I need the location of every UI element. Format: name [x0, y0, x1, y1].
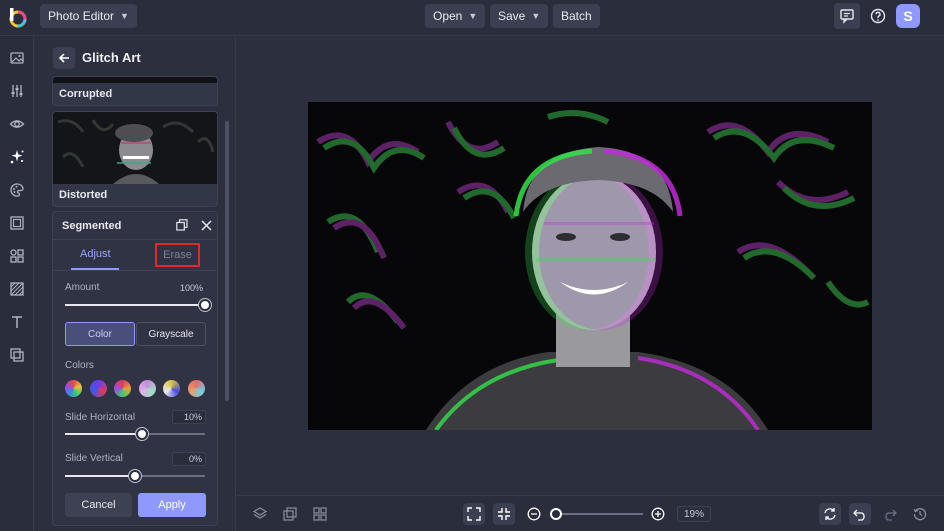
sliders-icon[interactable] [5, 79, 29, 103]
color-mode-button[interactable]: Color [65, 322, 135, 346]
chevron-down-icon: ▼ [531, 11, 541, 21]
overlay-icon[interactable] [5, 343, 29, 367]
redo-icon[interactable] [879, 503, 901, 525]
app-menu-label: Photo Editor [48, 9, 115, 23]
panel-scrollbar[interactable] [225, 121, 229, 401]
color-swatch[interactable] [163, 380, 180, 397]
grid-icon[interactable] [309, 503, 331, 525]
texture-icon[interactable] [5, 277, 29, 301]
slider-knob[interactable] [199, 299, 211, 311]
color-swatch[interactable] [114, 380, 131, 397]
close-icon[interactable] [199, 218, 213, 232]
befunky-logo-icon[interactable] [6, 6, 28, 28]
help-button[interactable] [865, 3, 891, 29]
effects-icon[interactable] [5, 145, 29, 169]
arrow-left-icon [58, 53, 69, 63]
panel-title: Glitch Art [82, 50, 141, 65]
batch-button[interactable]: Batch [553, 4, 600, 28]
tool-rail [0, 36, 34, 531]
slider-knob[interactable] [136, 428, 148, 440]
effect-preview-image [53, 112, 217, 184]
app-menu-dropdown[interactable]: Photo Editor ▼ [40, 4, 137, 28]
actual-size-icon[interactable] [493, 503, 515, 525]
bottom-toolbar: 19% [237, 495, 944, 531]
comments-button[interactable] [834, 3, 860, 29]
fit-screen-icon[interactable] [463, 503, 485, 525]
color-swatch[interactable] [90, 380, 107, 397]
back-button[interactable] [53, 47, 75, 69]
canvas-area [237, 36, 944, 495]
tab-erase[interactable]: Erase [155, 243, 200, 267]
slide-horizontal-value[interactable]: 10% [172, 410, 206, 424]
amount-value[interactable]: 100% [172, 281, 206, 295]
amount-slider[interactable] [65, 299, 211, 311]
open-button[interactable]: Open ▼ [425, 4, 486, 28]
colors-label: Colors [65, 360, 94, 371]
effect-thumbnail-corrupted[interactable]: Corrupted [52, 76, 218, 106]
divider [53, 270, 217, 271]
slide-vertical-label: Slide Vertical [65, 453, 123, 464]
zoom-level[interactable]: 19% [677, 506, 711, 522]
slider-fill [65, 475, 135, 477]
color-swatch[interactable] [65, 380, 82, 397]
slider-knob[interactable] [129, 470, 141, 482]
text-icon[interactable] [5, 310, 29, 334]
copy-icon[interactable] [175, 218, 189, 232]
effect-thumbnail-distorted[interactable]: Distorted [52, 111, 218, 207]
slide-vertical-slider[interactable] [65, 470, 205, 482]
top-bar: Photo Editor ▼ Open ▼ Save ▼ Batch S [0, 0, 944, 36]
color-swatch[interactable] [139, 380, 156, 397]
zoom-in-icon[interactable] [647, 503, 669, 525]
refresh-icon[interactable] [819, 503, 841, 525]
zoom-slider[interactable] [555, 513, 643, 515]
slide-horizontal-label: Slide Horizontal [65, 412, 136, 423]
batch-label: Batch [561, 9, 592, 23]
slider-fill [65, 433, 142, 435]
palette-icon[interactable] [5, 178, 29, 202]
grayscale-mode-button[interactable]: Grayscale [136, 322, 206, 346]
color-swatch[interactable] [188, 380, 205, 397]
slide-vertical-value[interactable]: 0% [172, 452, 206, 466]
effect-label: Corrupted [59, 88, 113, 100]
image-icon[interactable] [5, 46, 29, 70]
compare-icon[interactable] [279, 503, 301, 525]
divider [53, 239, 217, 240]
tab-adjust[interactable]: Adjust [80, 248, 111, 260]
save-button[interactable]: Save ▼ [490, 4, 549, 28]
chat-icon [840, 9, 854, 24]
slide-horizontal-slider[interactable] [65, 428, 205, 440]
apply-button[interactable]: Apply [138, 493, 206, 517]
segmented-settings-card: Segmented Adjust Erase Amount 100% Color… [52, 211, 218, 526]
effect-label: Distorted [59, 189, 108, 201]
history-icon[interactable] [909, 503, 931, 525]
edited-photo[interactable] [308, 102, 872, 430]
undo-icon[interactable] [849, 503, 871, 525]
layers-icon[interactable] [249, 503, 271, 525]
graphics-icon[interactable] [5, 244, 29, 268]
eye-icon[interactable] [5, 112, 29, 136]
open-label: Open [433, 9, 463, 23]
chevron-down-icon: ▼ [120, 11, 129, 21]
settings-title: Segmented [62, 220, 122, 232]
zoom-out-icon[interactable] [523, 503, 545, 525]
cancel-button[interactable]: Cancel [65, 493, 132, 517]
frame-icon[interactable] [5, 211, 29, 235]
effects-panel: Glitch Art Corrupted Distorted Segmented [34, 36, 236, 531]
chevron-down-icon: ▼ [468, 11, 478, 21]
avatar[interactable]: S [896, 4, 920, 28]
effect-preview-image [53, 77, 217, 83]
amount-label: Amount [65, 282, 100, 293]
slider-fill [65, 304, 205, 306]
zoom-slider-knob[interactable] [550, 508, 562, 520]
help-icon [870, 8, 886, 24]
save-label: Save [498, 9, 526, 23]
